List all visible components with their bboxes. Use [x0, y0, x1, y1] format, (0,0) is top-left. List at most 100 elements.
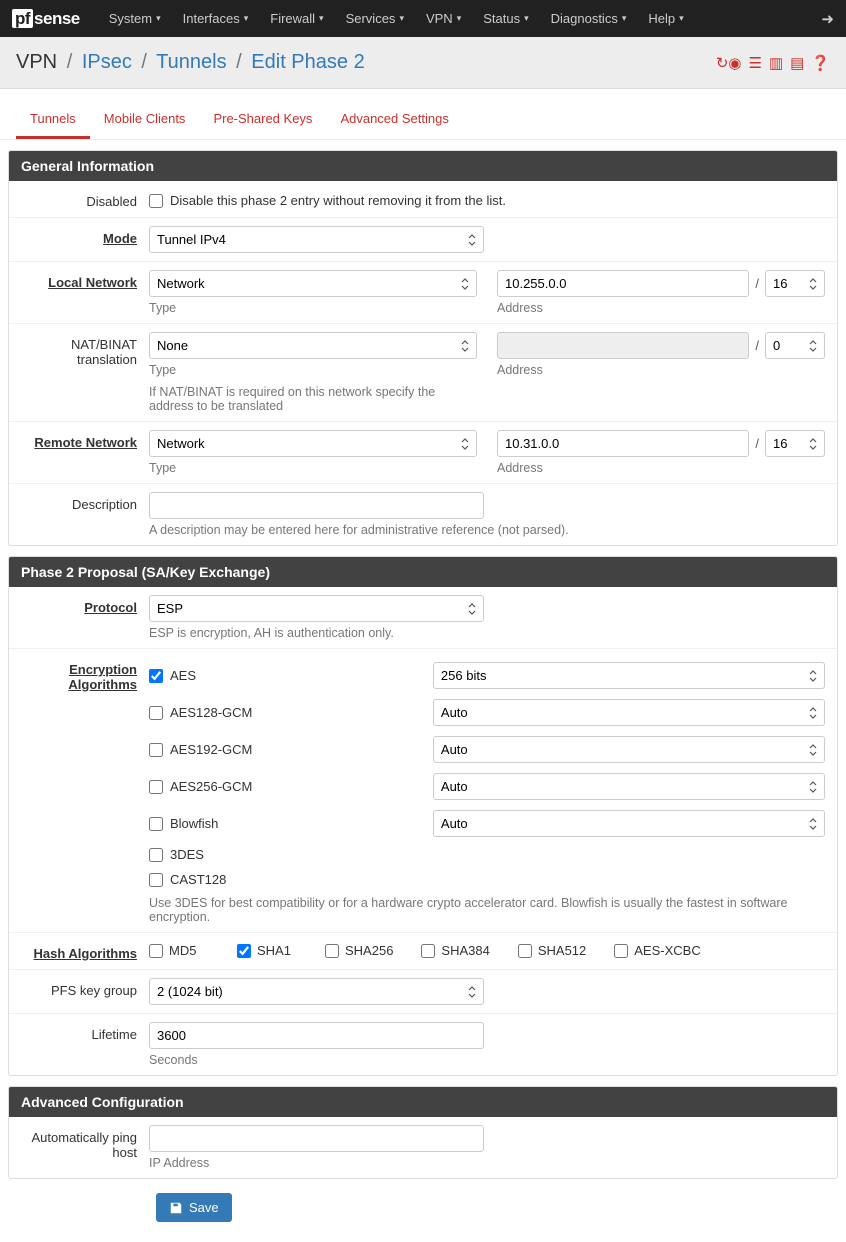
caret-down-icon: ▾ — [399, 13, 404, 24]
logout-icon[interactable]: ➜ — [821, 10, 834, 28]
nav-services[interactable]: Services▾ — [335, 11, 415, 26]
brand-sense: sense — [34, 9, 80, 28]
hash-aesxcbc-checkbox[interactable] — [614, 944, 628, 958]
slash-sep: / — [755, 338, 759, 353]
enc-blowfish-checkbox[interactable] — [149, 817, 163, 831]
sliders-icon[interactable]: ☰ — [748, 54, 761, 72]
hash-aesxcbc-item[interactable]: AES-XCBC — [614, 943, 700, 958]
enc-aes-bits-select[interactable]: 256 bits — [433, 662, 825, 689]
enc-aes256gcm-bits-select[interactable]: Auto — [433, 773, 825, 800]
nat-mask-select[interactable]: 0 — [765, 332, 825, 359]
label-protocol: Protocol — [21, 595, 149, 615]
breadcrumb-root: VPN — [16, 51, 57, 73]
navbar: pfsense System▾ Interfaces▾ Firewall▾ Se… — [0, 0, 846, 37]
enc-3des-checkbox[interactable] — [149, 848, 163, 862]
hash-sha384-item[interactable]: SHA384 — [421, 943, 489, 958]
label-disabled: Disabled — [21, 189, 149, 209]
nav-firewall[interactable]: Firewall▾ — [259, 11, 334, 26]
label-mode: Mode — [21, 226, 149, 246]
enc-aes-checkbox[interactable] — [149, 669, 163, 683]
caret-down-icon: ▾ — [622, 13, 627, 24]
page-action-icons: ↻◉ ☰ ▥ ▤ ❓ — [716, 54, 830, 72]
nav-interfaces[interactable]: Interfaces▾ — [172, 11, 260, 26]
enc-aes256gcm-checkbox[interactable] — [149, 780, 163, 794]
breadcrumb-tunnels[interactable]: Tunnels — [156, 51, 226, 73]
enc-aes192gcm-bits-select[interactable]: Auto — [433, 736, 825, 763]
chart-icon[interactable]: ▥ — [769, 54, 783, 72]
breadcrumb-ipsec[interactable]: IPsec — [82, 51, 132, 73]
panel-advanced-heading: Advanced Configuration — [9, 1087, 837, 1117]
nav-status[interactable]: Status▾ — [472, 11, 539, 26]
help-protocol: ESP is encryption, AH is authentication … — [149, 626, 825, 640]
tabs: Tunnels Mobile Clients Pre-Shared Keys A… — [0, 89, 846, 140]
hash-sha512-item[interactable]: SHA512 — [518, 943, 586, 958]
brand-pf: pf — [12, 9, 33, 28]
autoping-input[interactable] — [149, 1125, 484, 1152]
local-type-select[interactable]: Network — [149, 270, 477, 297]
description-input[interactable] — [149, 492, 484, 519]
hash-md5-checkbox[interactable] — [149, 944, 163, 958]
hash-sha1-checkbox[interactable] — [237, 944, 251, 958]
save-button-label: Save — [189, 1200, 219, 1215]
caret-down-icon: ▾ — [244, 13, 249, 24]
protocol-select[interactable]: ESP — [149, 595, 484, 622]
tab-advanced-settings[interactable]: Advanced Settings — [326, 101, 462, 139]
remote-address-input[interactable] — [497, 430, 749, 457]
label-local-network: Local Network — [21, 270, 149, 290]
panel-advanced: Advanced Configuration Automatically pin… — [8, 1086, 838, 1179]
brand-logo[interactable]: pfsense — [12, 9, 80, 29]
disabled-text: Disable this phase 2 entry without remov… — [170, 193, 506, 208]
label-description: Description — [21, 492, 149, 512]
help-nat: If NAT/BINAT is required on this network… — [149, 385, 477, 413]
help-enc: Use 3DES for best compatibility or for a… — [149, 896, 825, 924]
breadcrumb-editphase2[interactable]: Edit Phase 2 — [251, 51, 364, 73]
hash-sha384-checkbox[interactable] — [421, 944, 435, 958]
remote-mask-select[interactable]: 16 — [765, 430, 825, 457]
nav-diagnostics[interactable]: Diagnostics▾ — [540, 11, 638, 26]
tab-mobile-clients[interactable]: Mobile Clients — [90, 101, 200, 139]
local-mask-select[interactable]: 16 — [765, 270, 825, 297]
caret-down-icon: ▾ — [156, 13, 161, 24]
enc-aes128gcm-checkbox[interactable] — [149, 706, 163, 720]
pfs-select[interactable]: 2 (1024 bit) — [149, 978, 484, 1005]
caret-down-icon: ▾ — [319, 13, 324, 24]
help-autoping: IP Address — [149, 1156, 825, 1170]
nav-vpn[interactable]: VPN▾ — [415, 11, 472, 26]
help-nat-type: Type — [149, 363, 477, 377]
disabled-checkbox[interactable] — [149, 194, 163, 208]
label-pfs: PFS key group — [21, 978, 149, 998]
save-icon — [169, 1201, 183, 1215]
nat-type-select[interactable]: None — [149, 332, 477, 359]
nav-menu: System▾ Interfaces▾ Firewall▾ Services▾ … — [98, 11, 822, 26]
label-lifetime: Lifetime — [21, 1022, 149, 1042]
help-icon[interactable]: ❓ — [811, 54, 830, 72]
tab-tunnels[interactable]: Tunnels — [16, 101, 90, 139]
nav-system[interactable]: System▾ — [98, 11, 172, 26]
hash-sha256-checkbox[interactable] — [325, 944, 339, 958]
enc-aes192gcm-checkbox[interactable] — [149, 743, 163, 757]
refresh-icon[interactable]: ↻◉ — [716, 54, 742, 72]
enc-aes128gcm-label: AES128-GCM — [170, 705, 252, 720]
help-nat-address: Address — [497, 363, 825, 377]
enc-cast128-label: CAST128 — [170, 872, 226, 887]
remote-type-select[interactable]: Network — [149, 430, 477, 457]
nav-help[interactable]: Help▾ — [637, 11, 694, 26]
panel-proposal: Phase 2 Proposal (SA/Key Exchange) Proto… — [8, 556, 838, 1076]
help-remote-type: Type — [149, 461, 477, 475]
hash-sha1-item[interactable]: SHA1 — [237, 943, 297, 958]
enc-aes128gcm-bits-select[interactable]: Auto — [433, 699, 825, 726]
hash-sha256-item[interactable]: SHA256 — [325, 943, 393, 958]
mode-select[interactable]: Tunnel IPv4 — [149, 226, 484, 253]
enc-aes-label: AES — [170, 668, 196, 683]
enc-blowfish-bits-select[interactable]: Auto — [433, 810, 825, 837]
hash-sha512-checkbox[interactable] — [518, 944, 532, 958]
caret-down-icon: ▾ — [679, 13, 684, 24]
disabled-checkbox-row[interactable]: Disable this phase 2 entry without remov… — [149, 189, 825, 208]
enc-cast128-checkbox[interactable] — [149, 873, 163, 887]
local-address-input[interactable] — [497, 270, 749, 297]
lifetime-input[interactable] — [149, 1022, 484, 1049]
hash-md5-item[interactable]: MD5 — [149, 943, 209, 958]
tab-preshared-keys[interactable]: Pre-Shared Keys — [199, 101, 326, 139]
save-button[interactable]: Save — [156, 1193, 232, 1222]
log-icon[interactable]: ▤ — [790, 54, 804, 72]
